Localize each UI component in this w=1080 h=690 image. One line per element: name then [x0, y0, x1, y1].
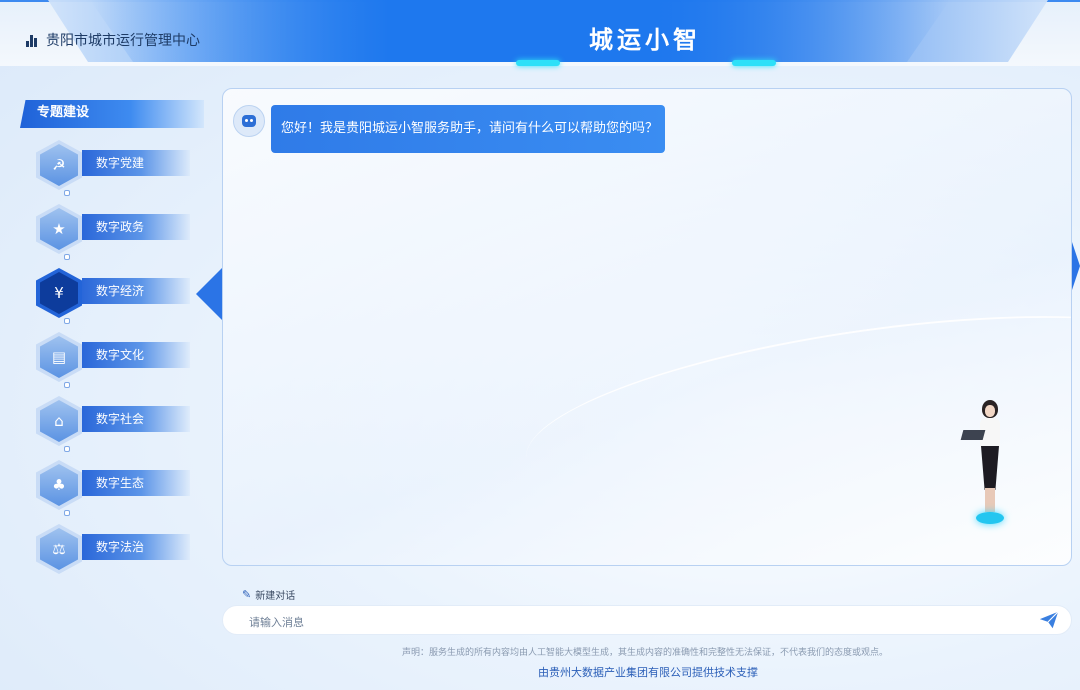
- party-emblem-icon: ☭: [40, 144, 78, 186]
- sidebar-item-society[interactable]: ⌂ 数字社会: [36, 396, 196, 452]
- hex-frame: ☭: [36, 140, 82, 190]
- ecology-hand-icon: ♣: [40, 464, 78, 506]
- robot-icon: [242, 115, 256, 127]
- assistant-avatar: [233, 105, 265, 137]
- hex-frame: ⚖: [36, 524, 82, 574]
- connector-dot: [64, 190, 70, 196]
- new-chat-button[interactable]: ✎ 新建对话: [242, 587, 295, 602]
- assistant-message: 您好！我是贵阳城运小智服务助手，请问有什么可以帮助您的吗？: [271, 105, 665, 153]
- yen-wallet-icon: ¥: [40, 272, 78, 314]
- hex-frame: ♣: [36, 460, 82, 510]
- sidebar-item-rule-of-law[interactable]: ⚖ 数字法治: [36, 524, 196, 574]
- sidebar-item-label: 数字法治: [82, 534, 190, 560]
- sidebar-item-label: 数字党建: [82, 150, 190, 176]
- tech-support-text: 由贵州大数据产业集团有限公司提供技术支撑: [538, 666, 758, 679]
- sidebar-item-label: 数字经济: [82, 278, 190, 304]
- assistant-character-illustration: [960, 400, 1020, 528]
- sidebar-item-label: 数字生态: [82, 470, 190, 496]
- sidebar-item-culture[interactable]: ▤ 数字文化: [36, 332, 196, 388]
- sidebar-section-title: 专题建设: [20, 100, 204, 128]
- new-chat-label: 新建对话: [255, 591, 296, 602]
- hex-frame: ★: [36, 204, 82, 254]
- connector-dot: [64, 510, 70, 516]
- connector-dot: [64, 318, 70, 324]
- connector-dot: [64, 254, 70, 260]
- title-glow-left: [516, 60, 560, 66]
- connector-dot: [64, 382, 70, 388]
- sidebar-item-label: 数字社会: [82, 406, 190, 432]
- hex-frame: ⌂: [36, 396, 82, 446]
- active-item-pointer: [196, 268, 222, 320]
- chat-panel[interactable]: 您好！我是贵阳城运小智服务助手，请问有什么可以帮助您的吗？: [222, 88, 1072, 566]
- disclaimer-text: 声明：服务生成的所有内容均由人工智能大模型生成，其生成内容的准确性和完整性无法保…: [401, 648, 888, 658]
- city-chart-icon: [26, 33, 40, 47]
- message-input-container: [222, 605, 1072, 635]
- sidebar-item-economy[interactable]: ¥ 数字经济: [36, 268, 196, 324]
- sidebar-item-party-building[interactable]: ☭ 数字党建: [36, 140, 196, 196]
- community-house-icon: ⌂: [40, 400, 78, 442]
- brand-name: 贵阳市城市运行管理中心: [46, 33, 200, 49]
- hex-frame: ¥: [36, 268, 82, 318]
- sidebar-item-government[interactable]: ★ 数字政务: [36, 204, 196, 260]
- sidebar-item-label: 数字文化: [82, 342, 190, 368]
- collapse-panel-arrow[interactable]: [1072, 242, 1080, 290]
- hex-frame: ▤: [36, 332, 82, 382]
- government-badge-icon: ★: [40, 208, 78, 250]
- law-scale-icon: ⚖: [40, 528, 78, 570]
- pen-icon: ✎: [242, 588, 252, 601]
- book-icon: ▤: [40, 336, 78, 378]
- brand: 贵阳市城市运行管理中心: [26, 30, 200, 50]
- title-glow-right: [732, 60, 776, 66]
- message-input[interactable]: [247, 612, 1011, 632]
- send-icon[interactable]: [1038, 609, 1060, 631]
- sidebar-item-ecology[interactable]: ♣ 数字生态: [36, 460, 196, 516]
- sidebar-item-label: 数字政务: [82, 214, 190, 240]
- connector-dot: [64, 446, 70, 452]
